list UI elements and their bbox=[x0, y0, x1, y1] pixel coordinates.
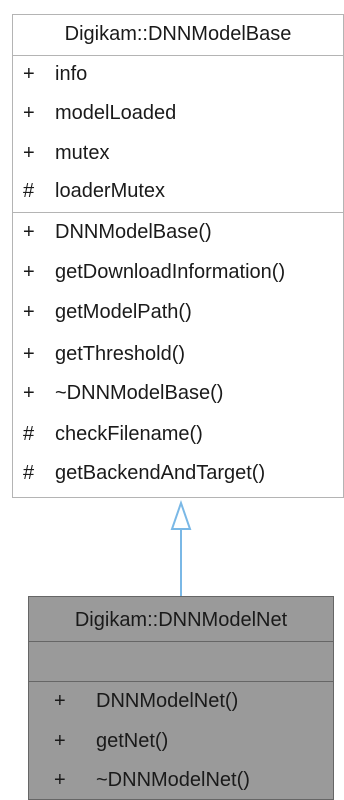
attribute-name: mutex bbox=[55, 142, 110, 164]
visibility-marker: + bbox=[23, 142, 35, 164]
class-box-dnnmodelbase[interactable]: Digikam::DNNModelBase + info + modelLoad… bbox=[12, 14, 344, 498]
visibility-marker: + bbox=[23, 63, 35, 85]
method-name: DNNModelBase() bbox=[55, 221, 212, 243]
visibility-marker: # bbox=[23, 462, 35, 484]
attribute-name: modelLoaded bbox=[55, 102, 177, 124]
class-name: Digikam::DNNModelNet bbox=[74, 609, 288, 631]
visibility-marker: + bbox=[23, 343, 35, 365]
method-name: getDownloadInformation() bbox=[55, 261, 286, 283]
attribute-name: loaderMutex bbox=[55, 180, 166, 202]
compartment-divider bbox=[29, 681, 333, 682]
visibility-marker: + bbox=[54, 730, 66, 752]
visibility-marker: + bbox=[54, 769, 66, 791]
visibility-marker: + bbox=[23, 102, 35, 124]
method-name: ~DNNModelBase() bbox=[55, 382, 224, 404]
compartment-divider bbox=[29, 641, 333, 642]
method-name: ~DNNModelNet() bbox=[96, 769, 250, 791]
visibility-marker: + bbox=[23, 382, 35, 404]
visibility-marker: + bbox=[23, 221, 35, 243]
compartment-divider bbox=[13, 212, 343, 213]
class-box-dnnmodelnet[interactable]: Digikam::DNNModelNet + DNNModelNet() + g… bbox=[28, 596, 334, 800]
method-name: checkFilename() bbox=[55, 423, 203, 445]
visibility-marker: # bbox=[23, 423, 35, 445]
method-name: getBackendAndTarget() bbox=[55, 462, 266, 484]
inheritance-arrowhead bbox=[170, 499, 192, 530]
visibility-marker: # bbox=[23, 180, 35, 202]
method-name: DNNModelNet() bbox=[96, 690, 239, 712]
visibility-marker: + bbox=[54, 690, 66, 712]
compartment-divider bbox=[13, 55, 343, 56]
visibility-marker: + bbox=[23, 301, 35, 323]
visibility-marker: + bbox=[23, 261, 35, 283]
attribute-name: info bbox=[55, 63, 88, 85]
method-name: getModelPath() bbox=[55, 301, 192, 323]
method-name: getNet() bbox=[96, 730, 169, 752]
class-name: Digikam::DNNModelBase bbox=[64, 23, 292, 45]
method-name: getThreshold() bbox=[55, 343, 186, 365]
